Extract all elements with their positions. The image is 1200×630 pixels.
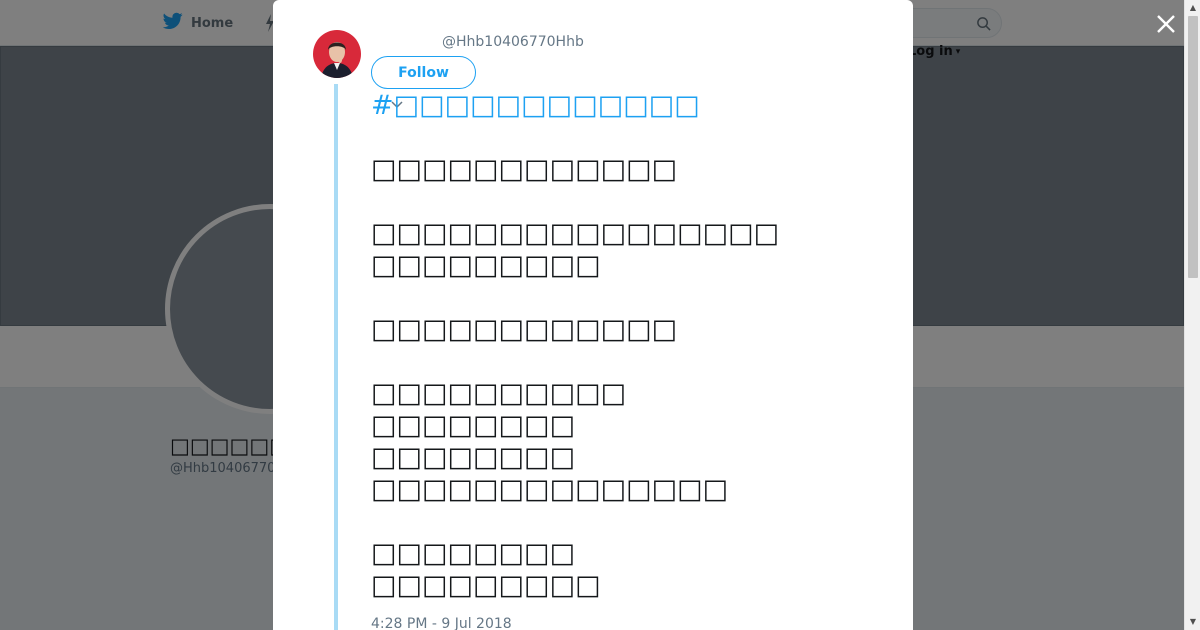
tweet-text: #□□□□□□□□□□□□ □□□□□□□□□□□□ □□□□□□□□□□□□□… bbox=[371, 90, 891, 602]
tweet-timestamp[interactable]: 4:28 PM - 9 Jul 2018 bbox=[371, 616, 512, 630]
tweet-line: □□□□□□□□□□□□ bbox=[371, 154, 678, 185]
tweet-author-handle[interactable]: @Hhb10406770Hhb bbox=[442, 34, 584, 50]
tweet-line: □□□□□□□□□ bbox=[371, 570, 601, 601]
tweet-line: □□□□□□□□□□□□□□ bbox=[371, 474, 729, 505]
line-break bbox=[371, 122, 891, 154]
tweet-line: □□□□□□□□ bbox=[371, 442, 576, 473]
line-break bbox=[371, 282, 891, 314]
scroll-up-arrow-icon[interactable]: ▲ bbox=[1185, 1, 1200, 15]
close-icon[interactable] bbox=[1154, 12, 1178, 36]
line-break bbox=[371, 186, 891, 218]
hashtag-link[interactable]: #□□□□□□□□□□□□ bbox=[371, 90, 891, 122]
follow-button[interactable]: Follow bbox=[371, 56, 476, 89]
tweet-line: □□□□□□□□ bbox=[371, 410, 576, 441]
tweet-line: □□□□□□□□□ bbox=[371, 250, 601, 281]
tweet-line: □□□□□□□□ bbox=[371, 538, 576, 569]
tweet-line: □□□□□□□□□□ bbox=[371, 378, 627, 409]
line-break bbox=[371, 346, 891, 378]
scrollbar-thumb[interactable] bbox=[1188, 16, 1198, 278]
tweet-modal: @Hhb10406770Hhb Follow #□□□□□□□□□□□□ □□□… bbox=[273, 0, 913, 630]
tweet-line: □□□□□□□□□□□□□□□□ bbox=[371, 218, 780, 249]
scrollbar[interactable]: ▲ ▼ bbox=[1184, 0, 1200, 630]
tweet-line: □□□□□□□□□□□□ bbox=[371, 314, 678, 345]
tweet-author-avatar[interactable] bbox=[313, 30, 361, 78]
thread-line bbox=[334, 84, 338, 630]
line-break bbox=[371, 506, 891, 538]
scroll-down-arrow-icon[interactable]: ▼ bbox=[1185, 615, 1200, 629]
